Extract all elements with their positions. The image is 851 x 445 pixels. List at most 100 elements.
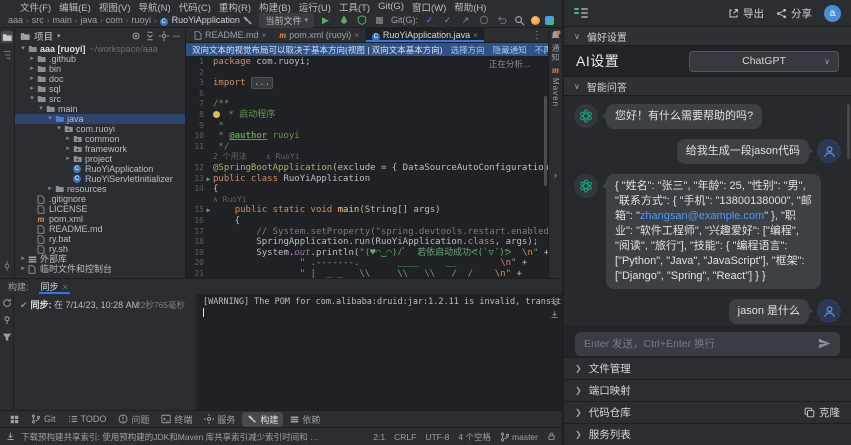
tree-item-com.ruoyi[interactable]: ▾com.ruoyi: [15, 124, 185, 134]
menu-item-9[interactable]: Git(G): [374, 1, 408, 12]
breadcrumb-item[interactable]: java: [81, 15, 98, 25]
tree-item-aaaruoyi[interactable]: ▾aaa [ruoyi]~/workspace/aaa: [15, 44, 185, 54]
tree-item-.gitignore[interactable]: .gitignore: [15, 194, 185, 204]
settings-gear-icon[interactable]: [159, 31, 169, 41]
status-message[interactable]: 下载预构建共享索引: 使用预构建的JDK和Maven 库共享索引减少索引时间和 …: [21, 431, 321, 443]
tree-item-[interactable]: ▸临时文件和控制台: [15, 264, 185, 274]
export-button[interactable]: 导出: [728, 6, 764, 21]
banner-action[interactable]: 不再显示: [535, 45, 548, 55]
menu-item-8[interactable]: 工具(T): [335, 0, 374, 14]
toolwindow-服务[interactable]: 服务: [199, 412, 240, 427]
tree-item-common[interactable]: ▸common: [15, 134, 185, 144]
inlay-hint[interactable]: ∧ RuoYi: [213, 195, 247, 204]
notifications-bell-icon[interactable]: [550, 30, 561, 41]
menu-item-1[interactable]: 编辑(E): [55, 0, 95, 14]
banner-action[interactable]: 隐藏通知: [493, 45, 527, 55]
menu-item-10[interactable]: 窗口(W): [408, 0, 450, 14]
editor-tab-pom.xmlruoyi[interactable]: mpom.xml (ruoyi)×: [273, 28, 366, 42]
tree-toggle-icon[interactable]: ▾: [19, 44, 27, 54]
status-widget[interactable]: 4 个空格: [458, 431, 491, 443]
tree-item-[interactable]: ▸外部库: [15, 254, 185, 264]
tree-item-main[interactable]: ▾main: [15, 104, 185, 114]
tree-item-README.md[interactable]: README.md: [15, 224, 185, 234]
rerun-icon[interactable]: [2, 298, 12, 308]
build-status-pane[interactable]: ✔同步: 在 7/14/23, 10:28 AM 22秒765毫秒: [14, 294, 196, 411]
run-gutter-icon[interactable]: ▶: [204, 174, 213, 185]
menu-item-5[interactable]: 重构(R): [215, 0, 255, 14]
tree-toggle-icon[interactable]: ▸: [64, 154, 72, 164]
expand-panel-chevron-icon[interactable]: ›: [554, 170, 557, 180]
breadcrumb-item[interactable]: src: [32, 15, 44, 25]
tree-item-java[interactable]: ▾java: [15, 114, 185, 124]
toolwindow-Git[interactable]: Git: [26, 413, 61, 425]
build-console[interactable]: [WARNING] The POM for com.alibaba:druid:…: [197, 294, 562, 411]
tree-toggle-icon[interactable]: ▸: [46, 184, 54, 194]
build-tab-sync[interactable]: 同步×: [39, 279, 70, 294]
tree-item-ry.sh[interactable]: ry.sh: [15, 244, 185, 254]
tree-toggle-icon[interactable]: ▸: [28, 74, 36, 84]
breadcrumb-item[interactable]: main: [52, 15, 72, 25]
ai-model-select[interactable]: ChatGPT ∨: [689, 51, 839, 72]
git-commit-button[interactable]: ✓: [441, 14, 454, 27]
tree-item-doc[interactable]: ▸doc: [15, 74, 185, 84]
plugin-icon[interactable]: [545, 16, 554, 25]
menu-item-4[interactable]: 代码(C): [175, 0, 215, 14]
tree-item-framework[interactable]: ▸framework: [15, 144, 185, 154]
tree-toggle-icon[interactable]: ▸: [64, 134, 72, 144]
tree-item-sql[interactable]: ▸sql: [15, 84, 185, 94]
commit-tool-icon[interactable]: [1, 260, 13, 272]
notifications-badge-icon[interactable]: [531, 16, 540, 25]
section-service-list[interactable]: ❯ 服务列表: [564, 423, 851, 445]
locate-file-button[interactable]: [131, 31, 141, 41]
run-gutter-icon[interactable]: ▶: [204, 205, 213, 216]
user-avatar[interactable]: a: [824, 5, 841, 22]
menu-item-2[interactable]: 视图(V): [95, 0, 135, 14]
tree-toggle-icon[interactable]: ▸: [28, 84, 36, 94]
tree-toggle-icon[interactable]: ▾: [37, 104, 45, 114]
tree-item-bin[interactable]: ▸bin: [15, 64, 185, 74]
toolwindow-依赖[interactable]: 依赖: [285, 412, 325, 427]
tree-item-src[interactable]: ▾src: [15, 94, 185, 104]
email-link[interactable]: zhangsan@example.com: [640, 210, 764, 222]
tree-toggle-icon[interactable]: ▸: [19, 254, 27, 264]
lock-icon[interactable]: [547, 432, 556, 441]
coverage-button[interactable]: [355, 14, 368, 27]
qa-section-header[interactable]: ∨ 智能问答: [564, 77, 851, 96]
project-tool-icon[interactable]: [1, 31, 13, 43]
close-icon[interactable]: ×: [354, 31, 359, 40]
editor-scrollbar[interactable]: [544, 96, 547, 186]
section-port-mapping[interactable]: ❯ 端口映射: [564, 379, 851, 401]
tree-toggle-icon[interactable]: ▾: [46, 114, 54, 124]
tree-item-RuoYiApplication[interactable]: CRuoYiApplication: [15, 164, 185, 174]
editor-tab-README.md[interactable]: README.md×: [188, 28, 273, 42]
run-configuration-select[interactable]: 当前文件▾: [259, 13, 314, 28]
menu-hamburger-icon[interactable]: [574, 8, 588, 18]
run-button[interactable]: ▶: [319, 14, 332, 27]
tree-item-pom.xml[interactable]: mpom.xml: [15, 214, 185, 224]
tree-toggle-icon[interactable]: ▸: [19, 264, 27, 274]
close-icon[interactable]: ×: [473, 31, 478, 40]
tab-options-kebab-icon[interactable]: ⋮: [526, 28, 548, 42]
search-everywhere-icon[interactable]: [513, 14, 526, 27]
git-update-button[interactable]: ✓: [423, 14, 436, 27]
tree-toggle-icon[interactable]: ▾: [55, 124, 63, 134]
pin-icon[interactable]: [2, 315, 12, 325]
tool-window-switcher-icon[interactable]: [5, 414, 24, 425]
structure-tool-icon[interactable]: [1, 49, 13, 61]
tree-item-LICENSE[interactable]: LICENSE: [15, 204, 185, 214]
toolwindow-TODO[interactable]: TODO: [63, 413, 112, 425]
menu-item-11[interactable]: 帮助(H): [450, 0, 490, 14]
close-icon[interactable]: ×: [262, 31, 267, 40]
section-code-repository[interactable]: ❯ 代码仓库 克隆: [564, 401, 851, 423]
soft-wrap-icon[interactable]: [550, 297, 559, 306]
editor-tab-RuoYiApplication.java[interactable]: CRuoYiApplication.java×: [366, 28, 485, 42]
chat-scrollbar[interactable]: [847, 104, 850, 159]
tree-toggle-icon[interactable]: ▸: [28, 64, 36, 74]
toolwindow-问题[interactable]: 问题: [113, 412, 154, 427]
preferences-section-header[interactable]: ∨ 偏好设置: [564, 27, 851, 46]
intention-bulb-icon[interactable]: [213, 111, 220, 118]
share-button[interactable]: 分享: [776, 6, 812, 21]
git-branch-widget[interactable]: master: [500, 432, 538, 442]
git-push-button[interactable]: ↗: [459, 14, 472, 27]
toolwindow-终端[interactable]: 终端: [156, 412, 197, 427]
